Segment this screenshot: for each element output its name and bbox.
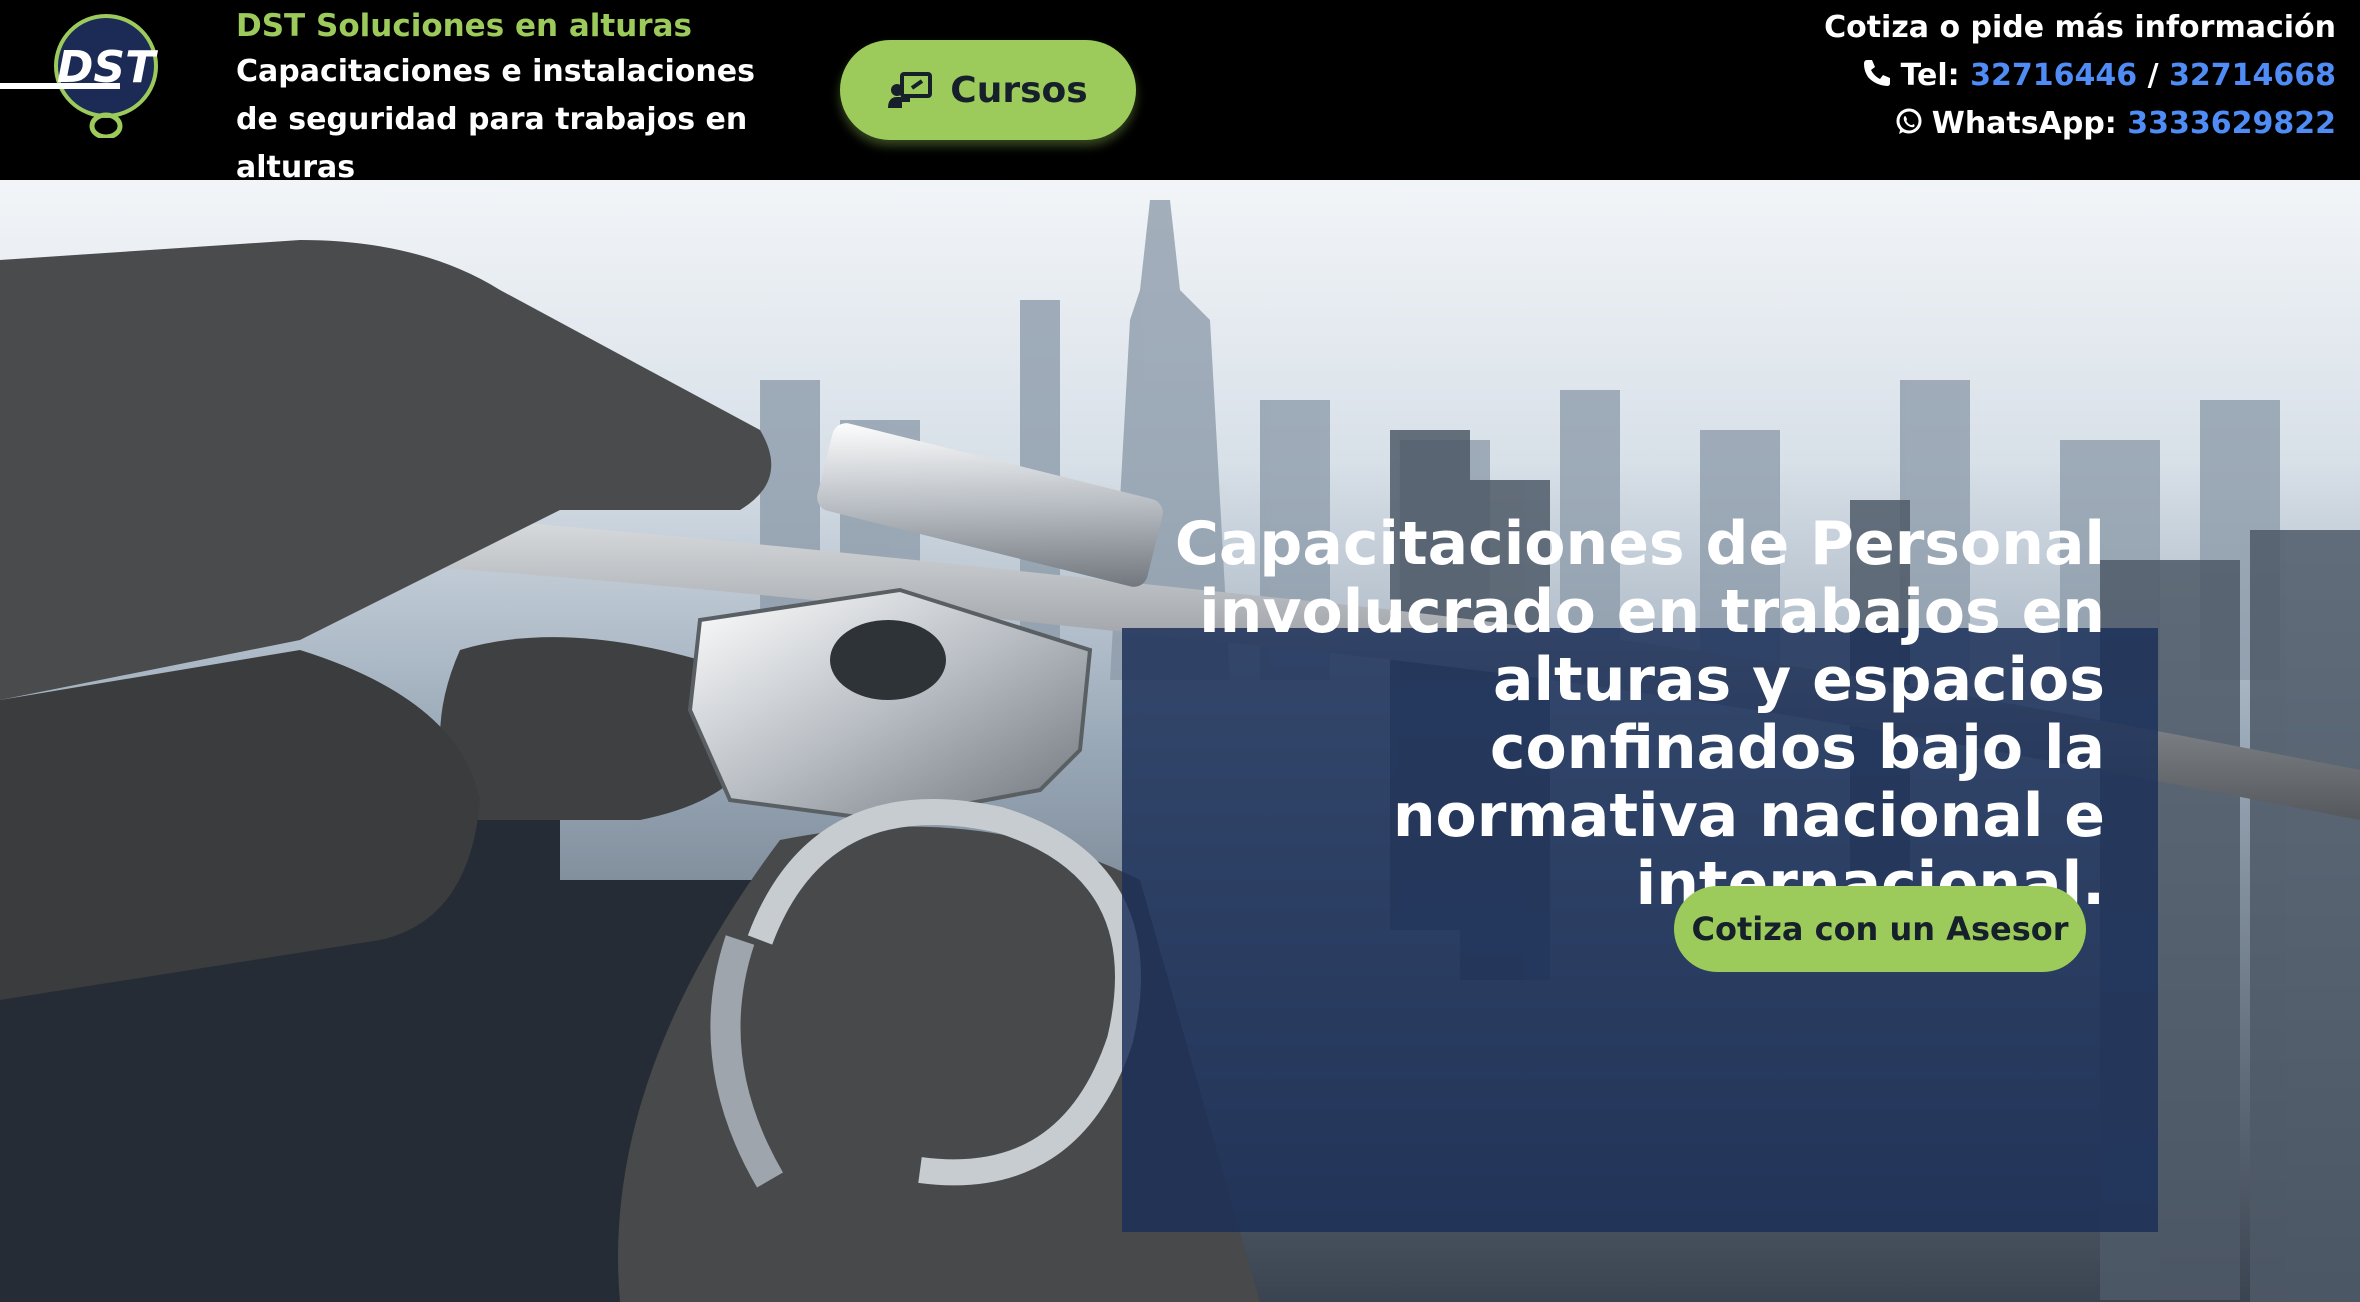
tel-separator: / (2147, 58, 2159, 93)
courses-button[interactable]: Cursos (840, 40, 1136, 140)
whatsapp-link[interactable]: 3333629822 (2127, 106, 2336, 141)
contact-block: Cotiza o pide más información Tel: 32716… (1636, 4, 2336, 148)
contact-title: Cotiza o pide más información (1824, 10, 2336, 45)
svg-text:DST: DST (57, 42, 158, 93)
quote-advisor-button[interactable]: Cotiza con un Asesor (1674, 886, 2086, 972)
tel-link-1[interactable]: 32716446 (1970, 58, 2137, 93)
contact-tel-line: Tel: 32716446 / 32714668 (1636, 52, 2336, 100)
site-header: DST DST Soluciones en alturas Capacitaci… (0, 0, 2360, 185)
tel-label: Tel: (1900, 58, 1960, 93)
tel-link-2[interactable]: 32714668 (2169, 58, 2336, 93)
whatsapp-icon (1896, 108, 1922, 134)
hero-headline: Capacitaciones de Personal involucrado e… (1174, 509, 2105, 919)
whatsapp-label: WhatsApp: (1931, 106, 2117, 141)
brand-block: DST Soluciones en alturas Capacitaciones… (236, 4, 796, 192)
contact-whatsapp-line: WhatsApp: 3333629822 (1636, 100, 2336, 148)
courses-button-label: Cursos (950, 69, 1088, 111)
brand-name[interactable]: DST Soluciones en alturas (236, 4, 796, 48)
dst-logo[interactable]: DST (0, 14, 170, 140)
dst-logo-graphic: DST (0, 14, 158, 140)
phone-icon (1863, 60, 1890, 86)
brand-tagline: Capacitaciones e instalaciones de seguri… (236, 54, 755, 185)
teacher-icon (888, 72, 933, 108)
